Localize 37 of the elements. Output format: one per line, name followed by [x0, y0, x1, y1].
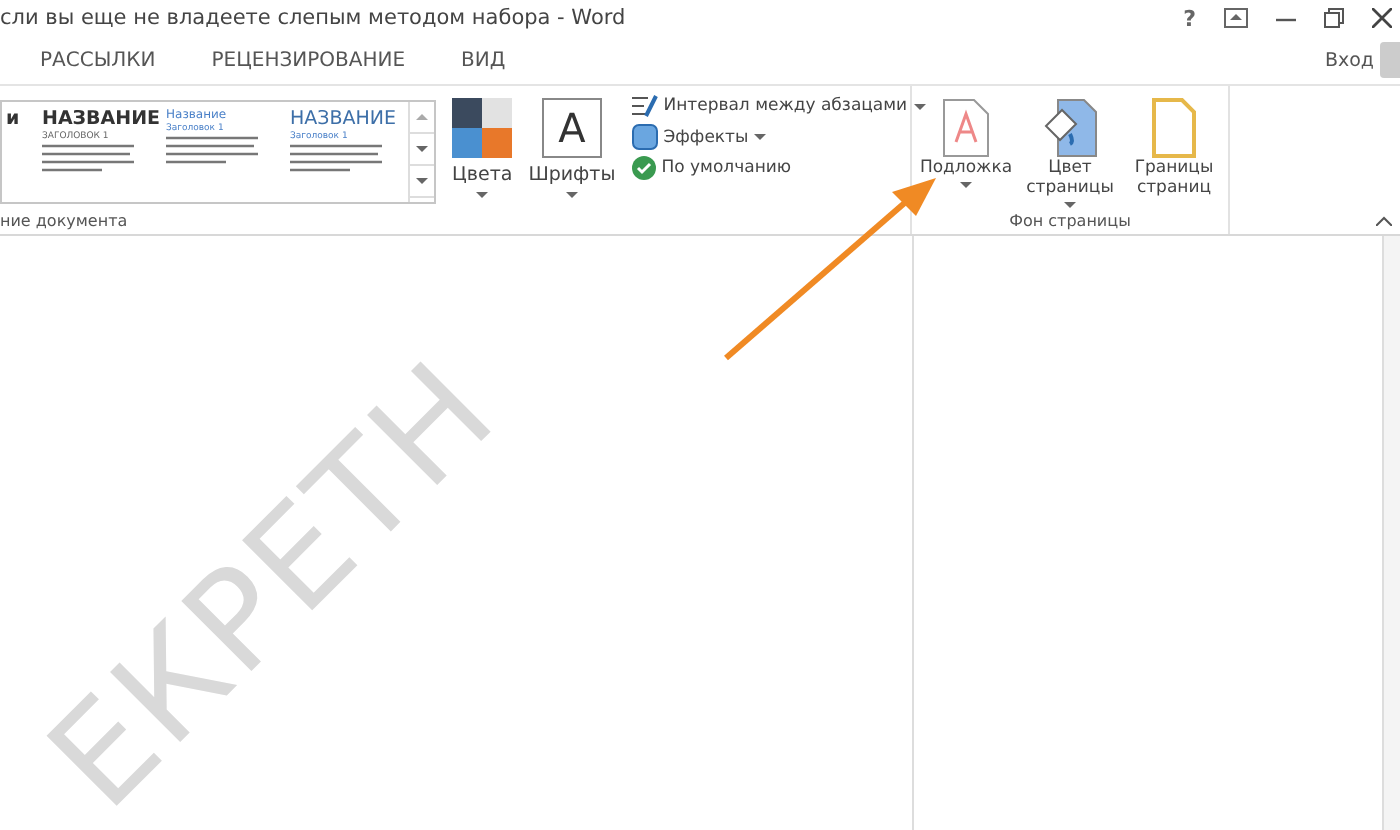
ribbon-button[interactable]: A Шрифты — [528, 94, 616, 198]
collapse-ribbon-icon[interactable] — [1376, 216, 1392, 226]
style-title: НАЗВАНИЕ — [290, 108, 399, 130]
ribbon-command[interactable]: По умолчанию — [631, 156, 792, 180]
ribbon-tab[interactable]: ВИД — [461, 45, 506, 75]
page-border-icon — [1152, 98, 1196, 158]
font-glyph: A — [541, 98, 602, 158]
help-button[interactable]: ? — [1183, 5, 1196, 31]
ribbon-tab[interactable]: РЕЦЕНЗИРОВАНИЕ — [211, 45, 406, 75]
caret-icon — [476, 192, 489, 198]
caret-icon — [565, 192, 578, 198]
ribbon-command[interactable]: Эффекты — [631, 124, 767, 150]
ribbon-tab[interactable]: РАССЫЛКИ — [40, 45, 156, 75]
paragraph-spacing-icon — [631, 94, 658, 118]
ribbon-display-icon[interactable] — [1224, 8, 1248, 28]
ribbon-button[interactable]: Цвет страницы — [1020, 98, 1120, 212]
window-title: сли вы еще не владеете слепым методом набора - Word — [0, 6, 626, 30]
style-title: НАЗВАНИЕ — [42, 108, 154, 130]
ribbon-command[interactable]: Интервал между абзацами — [631, 94, 926, 118]
color-palette-icon — [452, 98, 513, 158]
restore-icon[interactable] — [1324, 8, 1344, 28]
checkmark-icon — [631, 156, 656, 180]
group-label: Фон страницы — [1007, 212, 1133, 234]
scrollbar[interactable] — [1382, 236, 1400, 830]
sign-in-link[interactable]: Вход — [1324, 49, 1374, 71]
ribbon-button[interactable]: Цвета — [452, 94, 513, 198]
rounded-square-icon — [631, 124, 658, 150]
style-preview[interactable]: и — [2, 102, 36, 202]
paint-bucket-page-icon — [1042, 98, 1098, 158]
group-label: ние документа — [0, 212, 130, 234]
watermark-page-icon — [942, 98, 990, 158]
ribbon-button[interactable]: Границы страниц — [1124, 98, 1224, 212]
text-lines-icon — [42, 144, 134, 172]
text-lines-icon — [166, 136, 258, 164]
close-icon[interactable] — [1372, 8, 1392, 28]
text-lines-icon — [290, 144, 382, 172]
style-title: и — [6, 108, 22, 130]
